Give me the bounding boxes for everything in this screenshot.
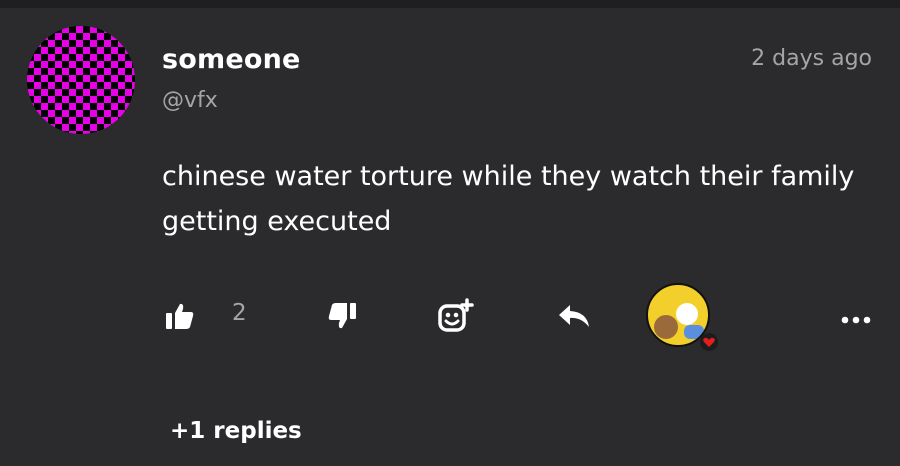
view-replies-link[interactable]: +1 replies: [170, 418, 302, 444]
more-options-button[interactable]: [832, 296, 880, 340]
add-reaction-icon: [437, 298, 475, 338]
heart-icon: [700, 333, 718, 351]
thumbs-down-icon: [327, 302, 357, 334]
thumbs-up-icon: [165, 302, 195, 334]
comment-text: chinese water torture while they watch t…: [162, 161, 855, 237]
top-bar: [0, 0, 900, 8]
reply-button[interactable]: [552, 296, 596, 340]
like-count: 2: [232, 300, 247, 326]
reaction-sticker: [646, 283, 718, 351]
timestamp: 2 days ago: [751, 46, 872, 71]
author-name[interactable]: someone: [162, 44, 301, 75]
dislike-button[interactable]: [322, 296, 362, 340]
add-reaction-button[interactable]: [434, 296, 478, 340]
more-dots-icon: [841, 309, 871, 328]
author-handle[interactable]: @vfx: [162, 88, 218, 113]
reply-arrow-icon: [557, 303, 591, 333]
like-button[interactable]: [160, 296, 200, 340]
avatar[interactable]: [27, 26, 135, 134]
